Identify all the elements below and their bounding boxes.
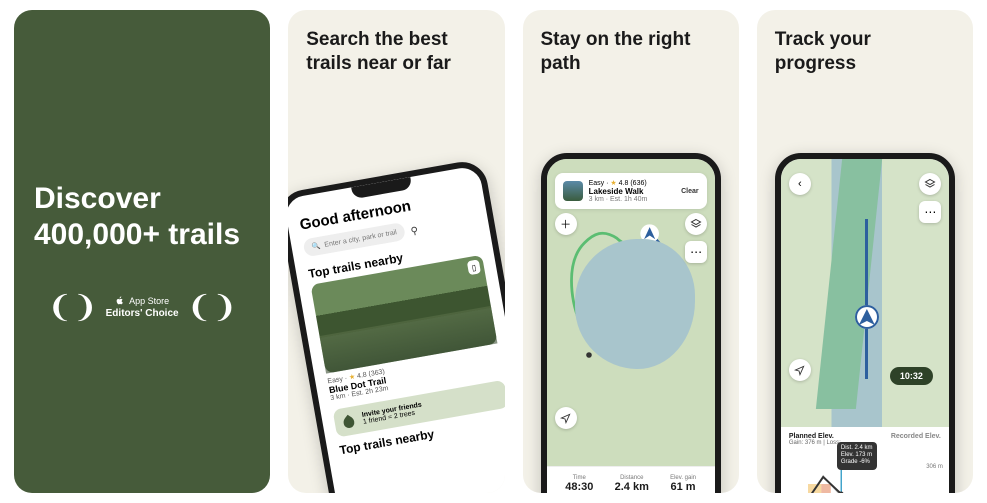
promo-card-discover: Discover 400,000+ trails ❨❩ App Store Ed…: [14, 10, 270, 493]
phone-mockup-track: ‹ ⋯ 10:32 Planned Elev. Recorded Elev. G…: [775, 153, 955, 493]
rating-value: 4.8: [619, 180, 629, 187]
trail-header-card[interactable]: Easy · ★ 4.8 (636) Lakeside Walk 3 km · …: [555, 173, 707, 209]
clear-button[interactable]: Clear: [681, 188, 699, 195]
stat-distance: Distance 2.4 km: [615, 475, 649, 493]
plus-icon: ＋: [560, 216, 571, 232]
apple-logo-icon: [115, 296, 125, 306]
phone-mockup-navigate: Easy · ★ 4.8 (636) Lakeside Walk 3 km · …: [541, 153, 721, 493]
leaf-icon: [340, 412, 359, 431]
difficulty-badge: Easy: [589, 180, 605, 187]
card-heading: Search the best trails near or far: [288, 10, 504, 76]
layers-icon: [690, 218, 702, 230]
locate-button[interactable]: [789, 359, 811, 381]
editors-choice-label: Editors' Choice: [106, 308, 179, 319]
rating-count: (636): [630, 180, 646, 187]
trail-name: Lakeside Walk: [589, 187, 648, 196]
locate-icon: [560, 413, 571, 424]
elevation-chart[interactable]: Dist. 2.4 km Elev. 173 m Grade -6% 306 m…: [789, 464, 941, 493]
chevron-left-icon: ‹: [798, 178, 802, 190]
stat-time: Time 48:30: [565, 475, 593, 493]
bookmark-icon[interactable]: ▯: [467, 259, 481, 275]
trail-meta: 3 km · Est. 1h 40m: [589, 196, 648, 203]
stat-elev-gain: Elev. gain 61 m: [670, 475, 696, 493]
promo-card-search: Search the best trails near or far Good …: [288, 10, 504, 493]
navigation-bottom-panel: Time 48:30 Distance 2.4 km Elev. gain 61…: [547, 466, 715, 493]
more-button[interactable]: ⋯: [685, 241, 707, 263]
more-button[interactable]: ⋯: [919, 201, 941, 223]
locate-icon: [794, 365, 805, 376]
trail-thumbnail: [563, 181, 583, 201]
back-button[interactable]: ‹: [789, 173, 811, 195]
filter-icon[interactable]: ⚲: [410, 225, 419, 237]
search-placeholder: Enter a city, park or trail: [324, 229, 398, 249]
promo-card-path: Stay on the right path Easy · ★: [523, 10, 739, 493]
laurel-right-icon: ❨❩: [187, 293, 237, 323]
card-heading: Stay on the right path: [523, 10, 739, 76]
dots-icon: ⋯: [924, 205, 935, 219]
phone-mockup-search: Good afternoon 🔍 Enter a city, park or t…: [288, 158, 504, 493]
card-heading: Track your progress: [757, 10, 973, 76]
chart-tooltip: Dist. 2.4 km Elev. 173 m Grade -6%: [837, 442, 877, 470]
app-store-label: App Store: [129, 296, 169, 306]
search-icon: 🔍: [311, 242, 321, 251]
editors-choice-badge: ❨❩ App Store Editors' Choice ❨❩: [47, 293, 237, 323]
map-view[interactable]: Easy · ★ 4.8 (636) Lakeside Walk 3 km · …: [547, 159, 715, 493]
layers-icon: [924, 178, 936, 190]
promo-card-track: Track your progress ‹ ⋯ 10:32 Planned: [757, 10, 973, 493]
elevation-panel: Planned Elev. Recorded Elev. Gain: 376 m…: [781, 427, 949, 493]
star-icon: ★: [610, 180, 616, 187]
elapsed-time-pill[interactable]: 10:32: [890, 367, 933, 385]
layers-button[interactable]: [685, 213, 707, 235]
promo-headline: Discover 400,000+ trails: [34, 181, 250, 253]
recorded-elev-label: Recorded Elev.: [891, 433, 941, 440]
recenter-button[interactable]: ＋: [555, 213, 577, 235]
laurel-left-icon: ❨❩: [47, 293, 97, 323]
dots-icon: ⋯: [690, 245, 701, 259]
y-axis-high: 306 m: [926, 464, 943, 470]
planned-elev-label: Planned Elev.: [789, 433, 834, 440]
locate-button[interactable]: [555, 407, 577, 429]
layers-button[interactable]: [919, 173, 941, 195]
